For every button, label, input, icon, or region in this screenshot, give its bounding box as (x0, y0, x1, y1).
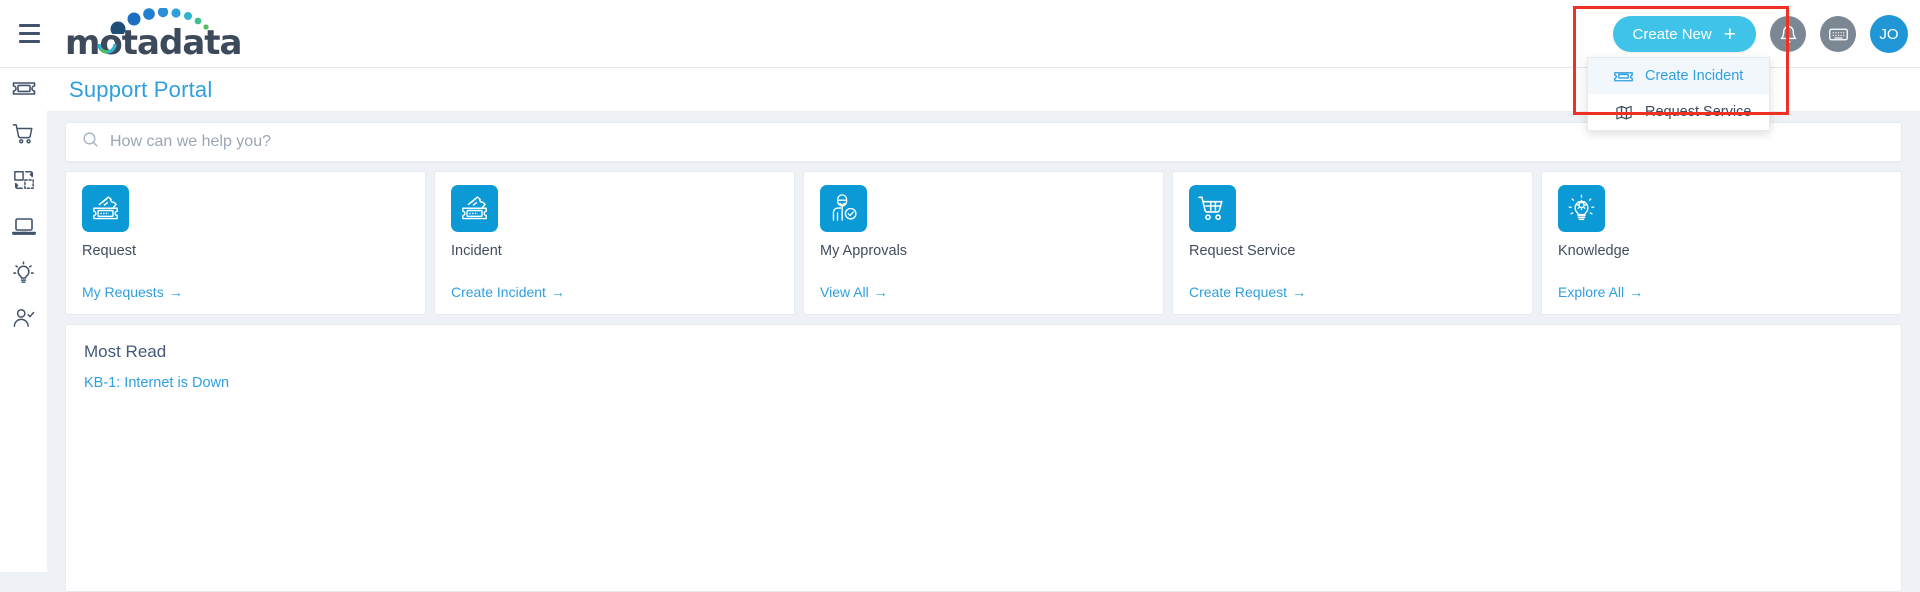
card-request-service[interactable]: Request Service Create Request → (1172, 171, 1533, 315)
keyboard-shortcuts-icon[interactable] (1820, 16, 1856, 52)
card-link-explore-all[interactable]: Explore All → (1558, 284, 1885, 300)
sidebar-item-assets[interactable] (6, 215, 42, 242)
card-label: Request (82, 243, 137, 259)
create-new-dropdown-menu: Create Incident Request Service (1587, 57, 1770, 131)
dropdown-item-label: Create Incident (1645, 68, 1744, 84)
tickets-stack-icon (82, 185, 129, 232)
sidebar-item-service-catalog[interactable] (6, 123, 42, 150)
create-new-button[interactable]: Create New + (1612, 16, 1756, 52)
sidebar-item-knowledge[interactable] (6, 260, 42, 289)
arrow-right-icon: → (1292, 284, 1307, 300)
card-link-view-all[interactable]: View All → (820, 284, 1147, 300)
notification-bell-icon[interactable] (1770, 16, 1806, 52)
swap-workflow-icon (13, 169, 35, 196)
plus-icon: + (1723, 22, 1736, 46)
card-label: Request Service (1189, 243, 1296, 259)
card-link-label: View All (820, 284, 869, 300)
most-read-panel: Most Read KB-1: Internet is Down (65, 324, 1902, 592)
card-request[interactable]: Request My Requests → (65, 171, 426, 315)
card-label: My Approvals (820, 243, 908, 259)
sidebar-item-approvals[interactable] (6, 307, 42, 334)
left-sidebar-rail (0, 68, 47, 572)
logo-o-accent-icon (97, 43, 117, 54)
ticket-icon (1614, 67, 1633, 86)
hamburger-menu-icon[interactable] (0, 0, 58, 68)
card-link-my-requests[interactable]: My Requests → (82, 284, 409, 300)
user-check-icon (12, 307, 36, 334)
main-content: Support Portal Request (47, 68, 1920, 592)
card-label: Knowledge (1558, 243, 1630, 259)
sidebar-item-tickets[interactable] (6, 77, 42, 104)
search-icon (82, 131, 99, 153)
person-approved-icon (820, 185, 867, 232)
tickets-stack-icon (451, 185, 498, 232)
lightbulb-icon (12, 260, 35, 289)
sidebar-item-change[interactable] (6, 169, 42, 196)
dropdown-item-create-incident[interactable]: Create Incident (1588, 58, 1769, 94)
shopping-cart-icon (1189, 185, 1236, 232)
dropdown-item-label: Request Service (1645, 104, 1752, 120)
laptop-icon (11, 217, 36, 241)
card-link-create-request[interactable]: Create Request → (1189, 284, 1516, 300)
create-new-label: Create New (1632, 25, 1712, 43)
arrow-right-icon: → (1629, 284, 1644, 300)
card-label: Incident (451, 243, 502, 259)
arrow-right-icon: → (550, 284, 565, 300)
most-read-title: Most Read (84, 342, 167, 361)
lightbulb-gear-icon (1558, 185, 1605, 232)
motadata-logo[interactable]: motadata (58, 0, 298, 68)
ticket-icon (12, 80, 36, 102)
card-my-approvals[interactable]: My Approvals View All → (803, 171, 1164, 315)
card-link-label: Explore All (1558, 284, 1625, 300)
arrow-right-icon: → (873, 284, 888, 300)
arrow-right-icon: → (168, 284, 183, 300)
user-avatar[interactable]: JO (1870, 15, 1908, 53)
most-read-article-link[interactable]: KB-1: Internet is Down (84, 375, 1883, 391)
card-link-create-incident[interactable]: Create Incident → (451, 284, 778, 300)
page-title: Support Portal (69, 76, 213, 102)
card-link-label: Create Incident (451, 284, 546, 300)
dropdown-item-request-service[interactable]: Request Service (1588, 94, 1769, 130)
shopping-cart-icon (12, 123, 35, 150)
card-incident[interactable]: Incident Create Incident → (434, 171, 795, 315)
search-input[interactable] (110, 133, 1885, 151)
logo-wordmark: motadata (65, 22, 242, 63)
quick-action-cards: Request My Requests → Incident Create In… (47, 162, 1920, 315)
map-icon (1614, 103, 1633, 122)
avatar-initials: JO (1879, 25, 1899, 43)
card-link-label: Create Request (1189, 284, 1288, 300)
card-knowledge[interactable]: Knowledge Explore All → (1541, 171, 1902, 315)
card-link-label: My Requests (82, 284, 164, 300)
